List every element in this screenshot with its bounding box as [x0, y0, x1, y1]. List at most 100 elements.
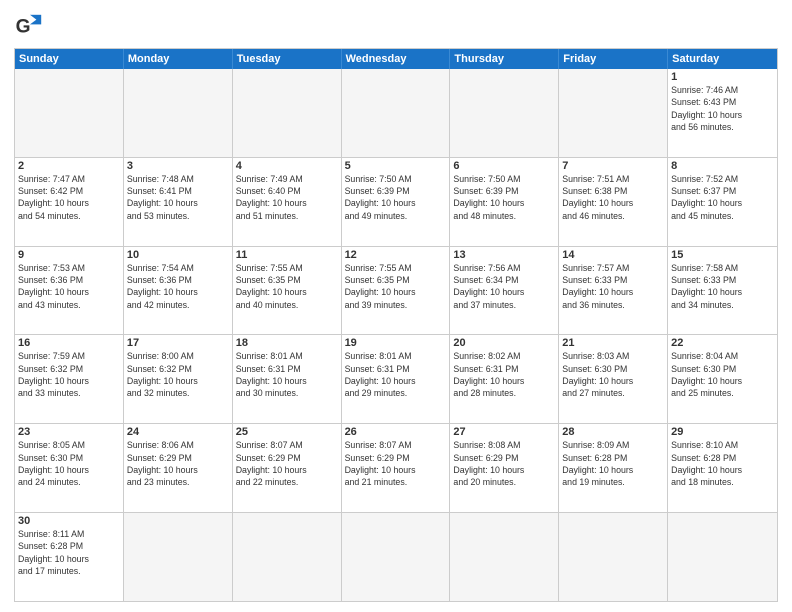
calendar-cell: 3Sunrise: 7:48 AM Sunset: 6:41 PM Daylig… — [124, 158, 233, 246]
day-info: Sunrise: 7:52 AM Sunset: 6:37 PM Dayligh… — [671, 173, 774, 222]
day-number: 16 — [18, 337, 120, 349]
day-info: Sunrise: 7:55 AM Sunset: 6:35 PM Dayligh… — [345, 262, 447, 311]
calendar-day-header: Thursday — [450, 49, 559, 69]
day-info: Sunrise: 8:05 AM Sunset: 6:30 PM Dayligh… — [18, 439, 120, 488]
day-info: Sunrise: 7:56 AM Sunset: 6:34 PM Dayligh… — [453, 262, 555, 311]
day-number: 7 — [562, 160, 664, 172]
calendar-row: 23Sunrise: 8:05 AM Sunset: 6:30 PM Dayli… — [15, 424, 777, 513]
calendar-day-header: Sunday — [15, 49, 124, 69]
calendar-cell — [233, 513, 342, 601]
calendar-cell: 5Sunrise: 7:50 AM Sunset: 6:39 PM Daylig… — [342, 158, 451, 246]
day-number: 23 — [18, 426, 120, 438]
calendar-cell: 14Sunrise: 7:57 AM Sunset: 6:33 PM Dayli… — [559, 247, 668, 335]
day-info: Sunrise: 8:07 AM Sunset: 6:29 PM Dayligh… — [236, 439, 338, 488]
calendar-cell: 20Sunrise: 8:02 AM Sunset: 6:31 PM Dayli… — [450, 335, 559, 423]
day-info: Sunrise: 7:54 AM Sunset: 6:36 PM Dayligh… — [127, 262, 229, 311]
day-info: Sunrise: 8:01 AM Sunset: 6:31 PM Dayligh… — [236, 350, 338, 399]
calendar-cell — [559, 513, 668, 601]
day-info: Sunrise: 7:59 AM Sunset: 6:32 PM Dayligh… — [18, 350, 120, 399]
day-info: Sunrise: 8:00 AM Sunset: 6:32 PM Dayligh… — [127, 350, 229, 399]
calendar-cell: 10Sunrise: 7:54 AM Sunset: 6:36 PM Dayli… — [124, 247, 233, 335]
day-info: Sunrise: 8:06 AM Sunset: 6:29 PM Dayligh… — [127, 439, 229, 488]
calendar-cell: 16Sunrise: 7:59 AM Sunset: 6:32 PM Dayli… — [15, 335, 124, 423]
day-info: Sunrise: 7:55 AM Sunset: 6:35 PM Dayligh… — [236, 262, 338, 311]
calendar-row: 9Sunrise: 7:53 AM Sunset: 6:36 PM Daylig… — [15, 247, 777, 336]
calendar-body: 1Sunrise: 7:46 AM Sunset: 6:43 PM Daylig… — [15, 69, 777, 601]
calendar-cell — [342, 513, 451, 601]
day-number: 24 — [127, 426, 229, 438]
calendar-cell: 22Sunrise: 8:04 AM Sunset: 6:30 PM Dayli… — [668, 335, 777, 423]
calendar-cell: 4Sunrise: 7:49 AM Sunset: 6:40 PM Daylig… — [233, 158, 342, 246]
calendar-cell — [559, 69, 668, 157]
calendar-cell — [233, 69, 342, 157]
day-info: Sunrise: 7:48 AM Sunset: 6:41 PM Dayligh… — [127, 173, 229, 222]
day-info: Sunrise: 7:51 AM Sunset: 6:38 PM Dayligh… — [562, 173, 664, 222]
day-number: 30 — [18, 515, 120, 527]
calendar-cell: 6Sunrise: 7:50 AM Sunset: 6:39 PM Daylig… — [450, 158, 559, 246]
calendar-row: 2Sunrise: 7:47 AM Sunset: 6:42 PM Daylig… — [15, 158, 777, 247]
day-number: 8 — [671, 160, 774, 172]
calendar-cell: 26Sunrise: 8:07 AM Sunset: 6:29 PM Dayli… — [342, 424, 451, 512]
day-info: Sunrise: 8:11 AM Sunset: 6:28 PM Dayligh… — [18, 528, 120, 577]
calendar-cell: 12Sunrise: 7:55 AM Sunset: 6:35 PM Dayli… — [342, 247, 451, 335]
calendar-cell — [15, 69, 124, 157]
calendar-cell — [124, 69, 233, 157]
day-info: Sunrise: 7:58 AM Sunset: 6:33 PM Dayligh… — [671, 262, 774, 311]
day-info: Sunrise: 7:53 AM Sunset: 6:36 PM Dayligh… — [18, 262, 120, 311]
header: G — [14, 10, 778, 42]
day-number: 28 — [562, 426, 664, 438]
calendar-cell: 24Sunrise: 8:06 AM Sunset: 6:29 PM Dayli… — [124, 424, 233, 512]
calendar-day-header: Monday — [124, 49, 233, 69]
calendar-cell: 15Sunrise: 7:58 AM Sunset: 6:33 PM Dayli… — [668, 247, 777, 335]
day-info: Sunrise: 8:04 AM Sunset: 6:30 PM Dayligh… — [671, 350, 774, 399]
calendar-header: SundayMondayTuesdayWednesdayThursdayFrid… — [15, 49, 777, 69]
day-number: 25 — [236, 426, 338, 438]
calendar-cell: 19Sunrise: 8:01 AM Sunset: 6:31 PM Dayli… — [342, 335, 451, 423]
day-number: 1 — [671, 71, 774, 83]
day-info: Sunrise: 8:02 AM Sunset: 6:31 PM Dayligh… — [453, 350, 555, 399]
calendar-cell: 1Sunrise: 7:46 AM Sunset: 6:43 PM Daylig… — [668, 69, 777, 157]
calendar-cell: 8Sunrise: 7:52 AM Sunset: 6:37 PM Daylig… — [668, 158, 777, 246]
day-number: 4 — [236, 160, 338, 172]
day-number: 20 — [453, 337, 555, 349]
calendar-cell: 17Sunrise: 8:00 AM Sunset: 6:32 PM Dayli… — [124, 335, 233, 423]
day-number: 26 — [345, 426, 447, 438]
calendar-cell: 21Sunrise: 8:03 AM Sunset: 6:30 PM Dayli… — [559, 335, 668, 423]
calendar-cell: 2Sunrise: 7:47 AM Sunset: 6:42 PM Daylig… — [15, 158, 124, 246]
day-number: 17 — [127, 337, 229, 349]
calendar-day-header: Tuesday — [233, 49, 342, 69]
day-number: 9 — [18, 249, 120, 261]
calendar-cell: 7Sunrise: 7:51 AM Sunset: 6:38 PM Daylig… — [559, 158, 668, 246]
calendar-cell: 29Sunrise: 8:10 AM Sunset: 6:28 PM Dayli… — [668, 424, 777, 512]
svg-text:G: G — [16, 16, 31, 37]
calendar-cell: 25Sunrise: 8:07 AM Sunset: 6:29 PM Dayli… — [233, 424, 342, 512]
day-info: Sunrise: 8:07 AM Sunset: 6:29 PM Dayligh… — [345, 439, 447, 488]
day-number: 12 — [345, 249, 447, 261]
calendar-cell: 11Sunrise: 7:55 AM Sunset: 6:35 PM Dayli… — [233, 247, 342, 335]
day-info: Sunrise: 7:57 AM Sunset: 6:33 PM Dayligh… — [562, 262, 664, 311]
page: G SundayMondayTuesdayWednesdayThursdayFr… — [0, 0, 792, 612]
day-number: 19 — [345, 337, 447, 349]
calendar-cell — [450, 513, 559, 601]
logo-icon: G — [14, 10, 46, 42]
day-info: Sunrise: 8:09 AM Sunset: 6:28 PM Dayligh… — [562, 439, 664, 488]
day-info: Sunrise: 8:08 AM Sunset: 6:29 PM Dayligh… — [453, 439, 555, 488]
calendar-cell — [450, 69, 559, 157]
day-info: Sunrise: 8:10 AM Sunset: 6:28 PM Dayligh… — [671, 439, 774, 488]
day-number: 27 — [453, 426, 555, 438]
calendar-day-header: Wednesday — [342, 49, 451, 69]
day-info: Sunrise: 7:49 AM Sunset: 6:40 PM Dayligh… — [236, 173, 338, 222]
day-number: 14 — [562, 249, 664, 261]
day-number: 22 — [671, 337, 774, 349]
calendar-row: 30Sunrise: 8:11 AM Sunset: 6:28 PM Dayli… — [15, 513, 777, 601]
calendar-row: 1Sunrise: 7:46 AM Sunset: 6:43 PM Daylig… — [15, 69, 777, 158]
day-number: 2 — [18, 160, 120, 172]
calendar-cell: 18Sunrise: 8:01 AM Sunset: 6:31 PM Dayli… — [233, 335, 342, 423]
logo: G — [14, 10, 50, 42]
calendar-day-header: Friday — [559, 49, 668, 69]
day-number: 21 — [562, 337, 664, 349]
day-number: 5 — [345, 160, 447, 172]
calendar-day-header: Saturday — [668, 49, 777, 69]
day-info: Sunrise: 8:01 AM Sunset: 6:31 PM Dayligh… — [345, 350, 447, 399]
calendar-cell — [668, 513, 777, 601]
